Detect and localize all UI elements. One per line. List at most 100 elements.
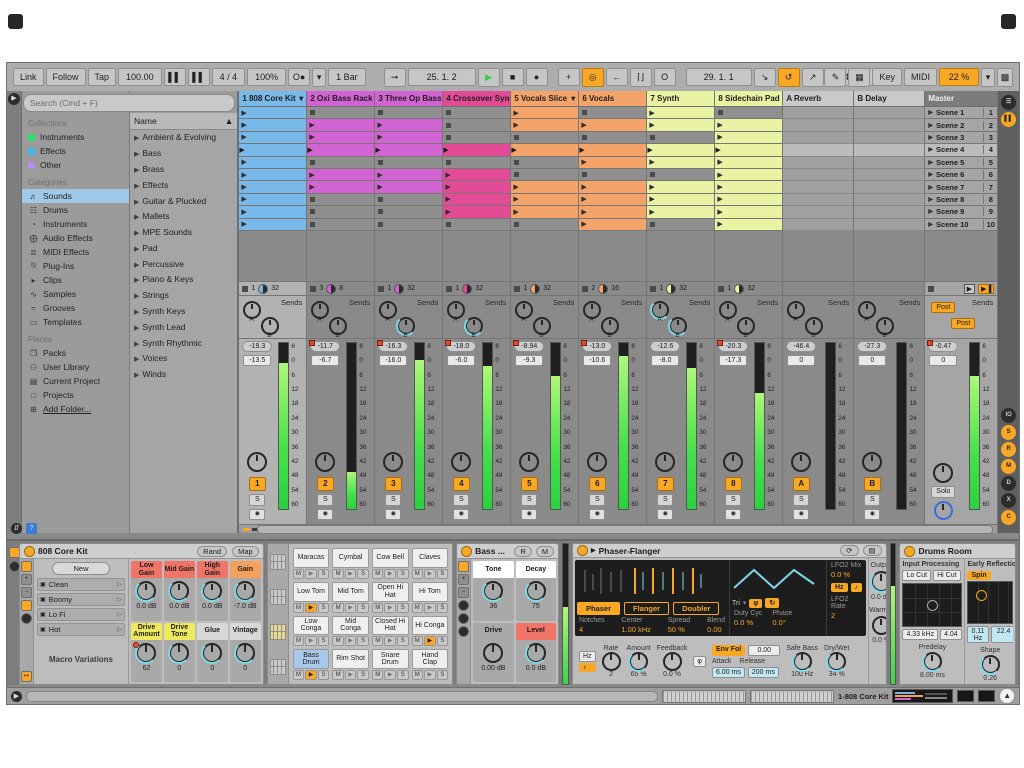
clip-slot[interactable]: ▶: [647, 206, 714, 218]
empty-clip-slot[interactable]: [443, 219, 510, 231]
place-item-user-library[interactable]: ⚇User Library: [22, 360, 129, 374]
place-item-add-folder---[interactable]: ⊞Add Folder...: [22, 402, 129, 416]
clip-slot[interactable]: ▶: [375, 119, 442, 131]
macro-low-gain[interactable]: Low Gain0.0 dB: [131, 561, 162, 621]
pad-play-button[interactable]: ▶: [305, 670, 317, 680]
drum-pad-snare-drum[interactable]: Snare DrumM▶S: [372, 649, 409, 680]
macro-knob[interactable]: [483, 581, 503, 601]
pad-play-button[interactable]: ▶: [345, 670, 357, 680]
macro-mid-gain[interactable]: Mid Gain0.0 dB: [164, 561, 195, 621]
pad-play-button[interactable]: ▶: [424, 636, 436, 646]
midi-map-button[interactable]: MIDI: [904, 68, 937, 86]
automation-arm-button[interactable]: ◎: [582, 68, 604, 87]
metronome-menu-arrow[interactable]: ▾: [312, 68, 326, 87]
drum-pad-hi-conga[interactable]: Hi CongaM▶S: [412, 616, 449, 647]
device-expand-icon[interactable]: ▶: [591, 547, 596, 554]
rack-devices-toggle[interactable]: ↦: [21, 671, 32, 682]
phaser-param-center[interactable]: Center1.00 kHz: [621, 617, 651, 634]
return-slot[interactable]: [783, 119, 853, 131]
clip-slot[interactable]: ▶: [239, 181, 306, 193]
clip-slot[interactable]: ▶: [239, 119, 306, 131]
clip-slot[interactable]: ▶: [715, 194, 782, 206]
spin-xy-display[interactable]: [967, 581, 1013, 624]
clip-slot[interactable]: ▶: [239, 157, 306, 169]
nudge-down-button[interactable]: ▌▌: [164, 68, 186, 86]
monitor-button[interactable]: ◉: [864, 509, 880, 520]
track-activator-button[interactable]: 7: [657, 477, 674, 491]
info-view-icon[interactable]: ?: [26, 523, 37, 534]
drum-pad-claves[interactable]: ClavesM▶S: [412, 548, 449, 579]
variation-row[interactable]: ▣Boomy▷: [37, 593, 125, 606]
variation-row[interactable]: ▣Lo Fi▷: [37, 608, 125, 621]
scene-row[interactable]: ▶Scene 33: [925, 132, 997, 144]
empty-clip-slot[interactable]: [375, 194, 442, 206]
browser-item[interactable]: ▶Synth Keys: [130, 304, 237, 320]
clip-slot[interactable]: ▶: [579, 219, 646, 231]
pad-play-button[interactable]: ▶: [424, 569, 436, 579]
clip-slot[interactable]: ▶: [647, 119, 714, 131]
peak-level-field[interactable]: -19.3: [242, 341, 272, 352]
cpu-menu-arrow[interactable]: ▾: [981, 68, 995, 87]
drum-pad-closed-hi-hat[interactable]: Closed Hi HatM▶S: [372, 616, 409, 647]
clip-slot[interactable]: ▶: [239, 219, 306, 231]
clip-slot[interactable]: ▶: [579, 206, 646, 218]
phaser-param-notches[interactable]: Notches4: [579, 617, 605, 634]
rand-button[interactable]: Rand: [197, 546, 227, 557]
play-button[interactable]: ▶: [478, 68, 500, 87]
clip-slot[interactable]: ▶: [579, 144, 646, 156]
variation-row[interactable]: ▣Clean▷: [37, 578, 125, 591]
return-slot[interactable]: [854, 144, 924, 156]
volume-field[interactable]: -9.3: [515, 355, 543, 366]
pad-play-button[interactable]: ▶: [305, 636, 317, 646]
mixer-toggle-d[interactable]: D: [1001, 476, 1016, 491]
phase-param[interactable]: Phase0.0°: [772, 610, 792, 627]
empty-clip-slot[interactable]: [579, 107, 646, 119]
clip-slot[interactable]: ▶: [239, 132, 306, 144]
macro-knob[interactable]: [169, 581, 189, 601]
back-to-arrangement-button[interactable]: ▶: [964, 284, 975, 294]
browser-item[interactable]: ▶Pad: [130, 240, 237, 256]
scene-row[interactable]: ▶Scene 22: [925, 119, 997, 131]
device-on-toggle[interactable]: [904, 546, 915, 557]
pad-solo-button[interactable]: S: [437, 670, 449, 680]
clip-slot[interactable]: ▶: [715, 206, 782, 218]
return-slot[interactable]: [783, 144, 853, 156]
device-on-toggle[interactable]: [461, 546, 472, 557]
device-chain-mini-display2[interactable]: [750, 690, 834, 703]
lfo2-hz-button[interactable]: Hz: [831, 583, 848, 592]
hi-cut-button[interactable]: Hi Cut: [933, 570, 960, 581]
macro-drive-tone[interactable]: Drive Tone0: [164, 623, 195, 683]
return-slot[interactable]: [854, 206, 924, 218]
return-slot[interactable]: [783, 157, 853, 169]
browser-item[interactable]: ▶Brass: [130, 162, 237, 178]
pad-mute-button[interactable]: M: [293, 569, 305, 579]
solo-button[interactable]: S: [521, 494, 537, 506]
pad-mute-button[interactable]: M: [412, 569, 424, 579]
mixer-view-toggle-icon[interactable]: ▌▌: [1001, 112, 1016, 127]
device-on-toggle[interactable]: [24, 546, 35, 557]
master-post-toggle[interactable]: Post: [951, 318, 975, 329]
pan-knob[interactable]: [247, 452, 267, 472]
solo-button[interactable]: S: [453, 494, 469, 506]
scene-row[interactable]: ▶Scene 44: [925, 144, 997, 156]
rack-pad-toggle[interactable]: [458, 613, 469, 624]
computer-midi-keyboard-button[interactable]: ▦: [848, 68, 870, 87]
clip-slot[interactable]: ▶: [375, 181, 442, 193]
browser-item[interactable]: ▶Ambient & Evolving: [130, 130, 237, 146]
clip-slot[interactable]: ▶: [511, 144, 578, 156]
pad-solo-button[interactable]: S: [357, 670, 369, 680]
macro-knob[interactable]: [235, 581, 255, 601]
browser-item[interactable]: ▶Synth Rhythmic: [130, 335, 237, 351]
device-strip-icon2[interactable]: [9, 561, 20, 572]
solo-button[interactable]: S: [725, 494, 741, 506]
return-slot[interactable]: [854, 181, 924, 193]
bass-macro-decay[interactable]: Decay75: [516, 561, 556, 621]
pad-play-button[interactable]: ▶: [384, 636, 396, 646]
pad-solo-button[interactable]: S: [318, 670, 330, 680]
lfo-sync-icon[interactable]: ↻: [765, 598, 779, 608]
monitor-button[interactable]: ◉: [521, 509, 537, 520]
clip-slot[interactable]: ▶: [307, 132, 374, 144]
clip-slot[interactable]: ▶: [443, 181, 510, 193]
variation-launch-icon[interactable]: ▷: [117, 581, 122, 588]
return-header[interactable]: B Delay: [854, 91, 924, 107]
